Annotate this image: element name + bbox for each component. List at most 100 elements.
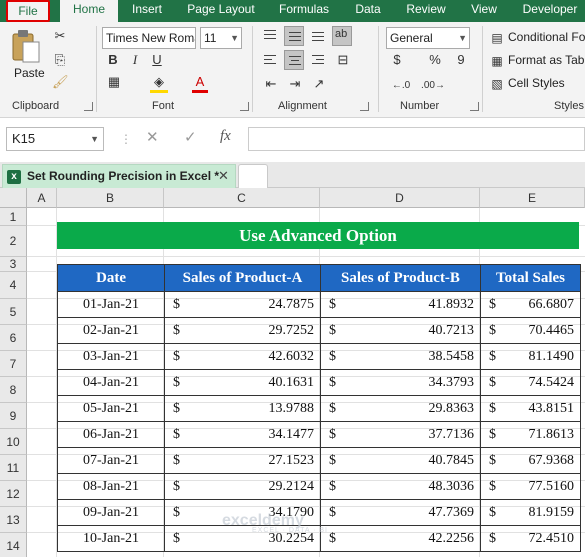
- sales-b-cell[interactable]: $37.7136: [320, 421, 481, 448]
- merge-center-icon[interactable]: ⊟: [334, 52, 352, 68]
- number-launcher-icon[interactable]: [470, 102, 479, 111]
- total-sales-cell[interactable]: $67.9368: [480, 447, 581, 474]
- close-icon[interactable]: ✕: [218, 168, 229, 184]
- alignment-launcher-icon[interactable]: [360, 102, 369, 111]
- select-all-corner[interactable]: [0, 188, 27, 208]
- tab-home[interactable]: Home: [60, 0, 118, 22]
- total-sales-cell[interactable]: $66.6807: [480, 291, 581, 318]
- header-date[interactable]: Date: [57, 264, 165, 292]
- sales-b-cell[interactable]: $38.5458: [320, 343, 481, 370]
- date-cell[interactable]: 01-Jan-21: [57, 291, 165, 318]
- row-header-10[interactable]: 10: [0, 429, 27, 455]
- underline-button[interactable]: U: [150, 52, 164, 68]
- total-sales-cell[interactable]: $72.4510: [480, 525, 581, 552]
- column-header-a[interactable]: A: [27, 188, 57, 208]
- header-sales-a[interactable]: Sales of Product-A: [164, 264, 321, 292]
- decrease-decimal-icon[interactable]: .00→: [420, 78, 446, 94]
- orientation-icon[interactable]: ↗: [310, 76, 328, 92]
- date-cell[interactable]: 10-Jan-21: [57, 525, 165, 552]
- sales-b-cell[interactable]: $34.3793: [320, 369, 481, 396]
- format-painter-icon[interactable]: 🖌: [52, 74, 69, 90]
- font-size-select[interactable]: 11 ▼: [200, 27, 242, 49]
- row-header-11[interactable]: 11: [0, 455, 27, 481]
- total-sales-cell[interactable]: $43.8151: [480, 395, 581, 422]
- date-cell[interactable]: 04-Jan-21: [57, 369, 165, 396]
- column-header-b[interactable]: B: [57, 188, 164, 208]
- tab-review[interactable]: Review: [398, 0, 454, 22]
- total-sales-cell[interactable]: $71.8613: [480, 421, 581, 448]
- name-box[interactable]: K15 ▼: [6, 127, 104, 151]
- sales-a-cell[interactable]: $29.7252: [164, 317, 321, 344]
- row-header-2[interactable]: 2: [0, 226, 27, 257]
- confirm-entry-icon[interactable]: ✓: [184, 128, 197, 146]
- row-header-7[interactable]: 7: [0, 351, 27, 377]
- date-cell[interactable]: 08-Jan-21: [57, 473, 165, 500]
- bold-button[interactable]: B: [106, 52, 120, 68]
- tab-view[interactable]: View: [462, 0, 506, 22]
- column-header-e[interactable]: E: [480, 188, 585, 208]
- currency-button[interactable]: $: [390, 52, 404, 68]
- row-header-12[interactable]: 12: [0, 481, 27, 507]
- sales-b-cell[interactable]: $47.7369: [320, 499, 481, 526]
- column-header-c[interactable]: C: [164, 188, 320, 208]
- date-cell[interactable]: 09-Jan-21: [57, 499, 165, 526]
- sales-a-cell[interactable]: $24.7875: [164, 291, 321, 318]
- sales-b-cell[interactable]: $42.2256: [320, 525, 481, 552]
- decrease-indent-icon[interactable]: ⇤: [262, 76, 280, 92]
- align-bottom-icon[interactable]: [308, 26, 328, 46]
- cell-styles-button[interactable]: Cell Styles: [508, 76, 565, 90]
- conditional-formatting-button[interactable]: Conditional Formatting: [508, 30, 585, 44]
- tab-formulas[interactable]: Formulas: [270, 0, 338, 22]
- align-center-icon[interactable]: [284, 50, 304, 70]
- clipboard-launcher-icon[interactable]: [84, 102, 93, 111]
- tab-data[interactable]: Data: [346, 0, 390, 22]
- increase-indent-icon[interactable]: ⇥: [286, 76, 304, 92]
- sales-a-cell[interactable]: $13.9788: [164, 395, 321, 422]
- row-header-1[interactable]: 1: [0, 208, 27, 226]
- sales-a-cell[interactable]: $42.6032: [164, 343, 321, 370]
- copy-icon[interactable]: ⎘: [52, 52, 68, 68]
- italic-button[interactable]: I: [128, 52, 142, 68]
- font-color-button[interactable]: A: [192, 74, 208, 93]
- formula-input[interactable]: [248, 127, 585, 151]
- row-header-13[interactable]: 13: [0, 507, 27, 533]
- sales-b-cell[interactable]: $40.7845: [320, 447, 481, 474]
- fill-color-icon[interactable]: ◈: [150, 74, 168, 93]
- cancel-entry-icon[interactable]: ✕: [146, 128, 159, 146]
- sheet-banner-title[interactable]: Use Advanced Option: [57, 222, 579, 249]
- insert-function-button[interactable]: fx: [220, 128, 231, 145]
- sales-b-cell[interactable]: $48.3036: [320, 473, 481, 500]
- total-sales-cell[interactable]: $70.4465: [480, 317, 581, 344]
- header-sales-b[interactable]: Sales of Product-B: [320, 264, 481, 292]
- row-header-6[interactable]: 6: [0, 325, 27, 351]
- row-header-5[interactable]: 5: [0, 299, 27, 325]
- sales-b-cell[interactable]: $41.8932: [320, 291, 481, 318]
- borders-icon[interactable]: ▦: [106, 74, 122, 90]
- wrap-text-button[interactable]: ab: [332, 26, 352, 46]
- tab-file[interactable]: File: [6, 0, 50, 22]
- sales-a-cell[interactable]: $27.1523: [164, 447, 321, 474]
- total-sales-cell[interactable]: $74.5424: [480, 369, 581, 396]
- column-header-d[interactable]: D: [320, 188, 480, 208]
- tab-developer[interactable]: Developer: [514, 0, 585, 22]
- comma-style-button[interactable]: 9: [454, 52, 468, 68]
- cut-icon[interactable]: ✂: [52, 28, 68, 44]
- font-name-select[interactable]: Times New Roman: [102, 27, 196, 49]
- workbook-tab[interactable]: x Set Rounding Precision in Excel * ✕: [2, 164, 236, 188]
- sales-b-cell[interactable]: $29.8363: [320, 395, 481, 422]
- total-sales-cell[interactable]: $77.5160: [480, 473, 581, 500]
- increase-decimal-icon[interactable]: ←.0: [388, 78, 414, 94]
- tab-insert[interactable]: Insert: [122, 0, 172, 22]
- align-left-icon[interactable]: [260, 50, 280, 70]
- align-middle-icon[interactable]: [284, 26, 304, 46]
- sales-a-cell[interactable]: $29.2124: [164, 473, 321, 500]
- date-cell[interactable]: 05-Jan-21: [57, 395, 165, 422]
- align-right-icon[interactable]: [308, 50, 328, 70]
- sales-b-cell[interactable]: $40.7213: [320, 317, 481, 344]
- new-tab-button[interactable]: [238, 164, 268, 188]
- paste-button[interactable]: Paste: [8, 28, 46, 86]
- sales-a-cell[interactable]: $40.1631: [164, 369, 321, 396]
- date-cell[interactable]: 06-Jan-21: [57, 421, 165, 448]
- number-format-select[interactable]: General ▼: [386, 27, 470, 49]
- row-header-3[interactable]: 3: [0, 257, 27, 272]
